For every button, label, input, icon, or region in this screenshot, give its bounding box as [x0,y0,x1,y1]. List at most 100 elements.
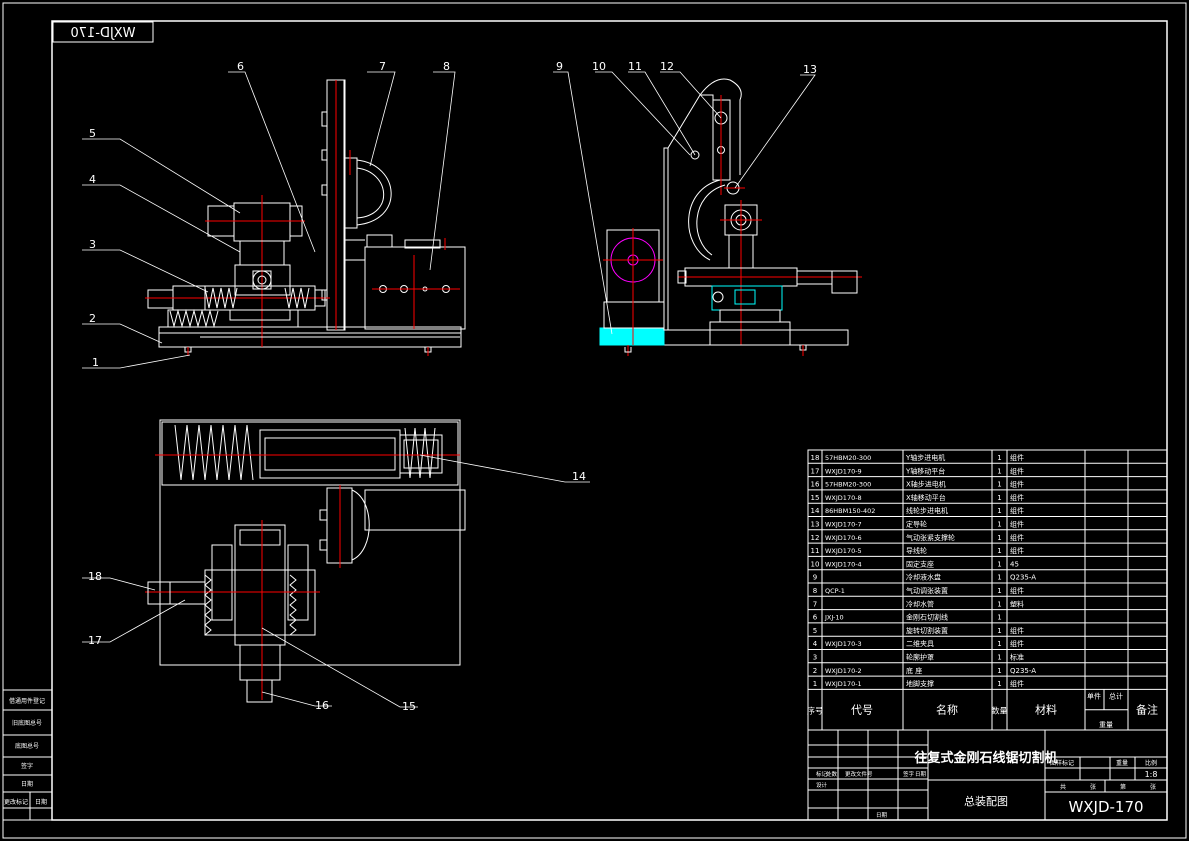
sign-label-2: 更改文件号 [845,770,873,778]
bom-no: 8 [813,587,817,595]
sign-label-6: 日期 [876,812,888,819]
bom-name: 轮廓护罩 [906,653,934,662]
bom-material: 塑料 [1010,599,1024,608]
bom-material: Q235-A [1010,574,1036,582]
bom-material: 组件 [1010,466,1024,475]
bom-no: 7 [813,600,817,608]
fixed-support [663,147,669,331]
bom-code: WXJD170-6 [825,534,862,542]
side-view [599,78,862,356]
balloon-17: 17 [88,634,102,647]
bom-no: 14 [811,507,820,515]
revision-block: 借通用件登记 旧底图总号 底图总号 签字 日期 更改标记 日期 [2,689,53,821]
bom-qty: 1 [997,534,1001,542]
bom-name: 冷却液水盘 [906,573,941,582]
bom-material: 组件 [1010,453,1024,462]
bom-name: 定导轮 [906,520,927,529]
bom-qty: 1 [997,560,1001,568]
bom-material: 组件 [1010,626,1024,635]
rev-label-2: 底图总号 [15,742,39,750]
bom-material: 组件 [1010,506,1024,515]
leaders-top [82,454,590,708]
balloon-14: 14 [572,470,586,483]
drawing-subtitle: 总装配图 [964,794,1008,808]
bom-no: 12 [811,534,820,542]
balloon-11: 11 [628,60,642,73]
rev-label-4: 日期 [21,780,33,788]
bom-no: 18 [811,454,820,462]
bom-material: 组件 [1010,533,1024,542]
bom-code: WXJD170-7 [825,521,862,529]
bom-qty: 1 [997,494,1001,502]
bom-name: 气动调张装置 [906,586,948,595]
sheet-label-3: 张 [1150,783,1156,791]
bom-no: 1 [813,680,817,688]
sheet-label-0: 共 [1060,783,1066,791]
balloon-12: 12 [660,60,674,73]
balloon-18: 18 [88,570,102,583]
front-view [145,79,466,356]
balloon-9: 9 [556,60,563,73]
bom-material: 组件 [1010,639,1024,648]
balloon-10: 10 [592,60,606,73]
bom-name: 固定支座 [906,559,934,568]
bom-name: Y轴移动平台 [905,466,945,475]
sign-label-3: 签字 [903,770,915,778]
bom-qty: 1 [997,587,1001,595]
title-block-text: 往复式金刚石线锯切割机 总装配图 WXJD-170 1:8 图样标记 重量 比例… [816,750,1157,819]
bom-qty: 1 [997,574,1001,582]
bom-code: WXJD170-1 [825,680,862,688]
bom-header-unit: 单件 [1087,691,1101,700]
rev-label-6: 日期 [35,798,47,806]
bom-material: 标准 [1010,653,1024,662]
bom-material: 组件 [1010,480,1024,489]
bom-name: X轴步进电机 [906,480,946,489]
bom-no: 6 [813,614,818,622]
xy-fixture-top [234,524,286,646]
drawing-sheet: WXJD-170 借通用件登记 旧底图总号 底图总号 签字 日期 更改标记 日期 [2,2,1187,839]
coolant-pipe-arc [356,159,392,226]
bom-name: X轴移动平台 [906,493,946,502]
balloon-2: 2 [89,312,96,325]
balloon-13: 13 [803,63,817,76]
bom-material: Q235-A [1010,667,1036,675]
bom-header-remark: 备注 [1136,703,1158,717]
rev-label-3: 签字 [21,762,33,770]
bom-code: WXJD170-9 [825,467,862,475]
bom-qty: 1 [997,600,1001,608]
bom-code: 57HBM20-300 [825,481,871,489]
balloon-4: 4 [89,173,96,186]
rev-label-0: 借通用件登记 [9,697,45,705]
bom-no: 16 [811,481,820,489]
bom-name: 导线轮 [906,546,927,555]
bom-header-total: 总计 [1109,691,1123,700]
bom-qty: 1 [997,627,1001,635]
bom-qty: 1 [997,667,1001,675]
bom-no: 17 [811,467,820,475]
bom-material: 45 [1010,560,1019,568]
balloon-7: 7 [379,60,386,73]
drawing-title: 往复式金刚石线锯切割机 [914,750,1057,766]
drawing-scale: 1:8 [1145,770,1158,779]
bom-no: 5 [813,627,817,635]
top-bellows-left [174,424,254,481]
bom-qty: 1 [997,467,1001,475]
drawing-code: WXJD-170 [1068,798,1143,816]
y-motor-front [147,289,174,309]
bom-material: 组件 [1010,493,1024,502]
header-label-1: 重量 [1116,759,1128,767]
bom-name: 线轮步进电机 [906,506,948,515]
bom-qty: 1 [997,507,1001,515]
bom-no: 13 [811,521,820,529]
rev-label-5: 更改标记 [4,798,28,806]
bom-code: 57HBM20-300 [825,454,871,462]
balloon-labels-front: 1 2 3 4 5 6 7 8 [89,60,450,369]
x-motor-top [246,679,273,703]
bom-qty: 1 [997,521,1001,529]
bom-code: JXJ-10 [824,614,844,622]
bom-qty: 1 [997,640,1001,648]
balloon-8: 8 [443,60,450,73]
bom-name: 底 座 [906,666,922,675]
bom-qty: 1 [997,481,1001,489]
wire-motor-top [364,489,466,531]
